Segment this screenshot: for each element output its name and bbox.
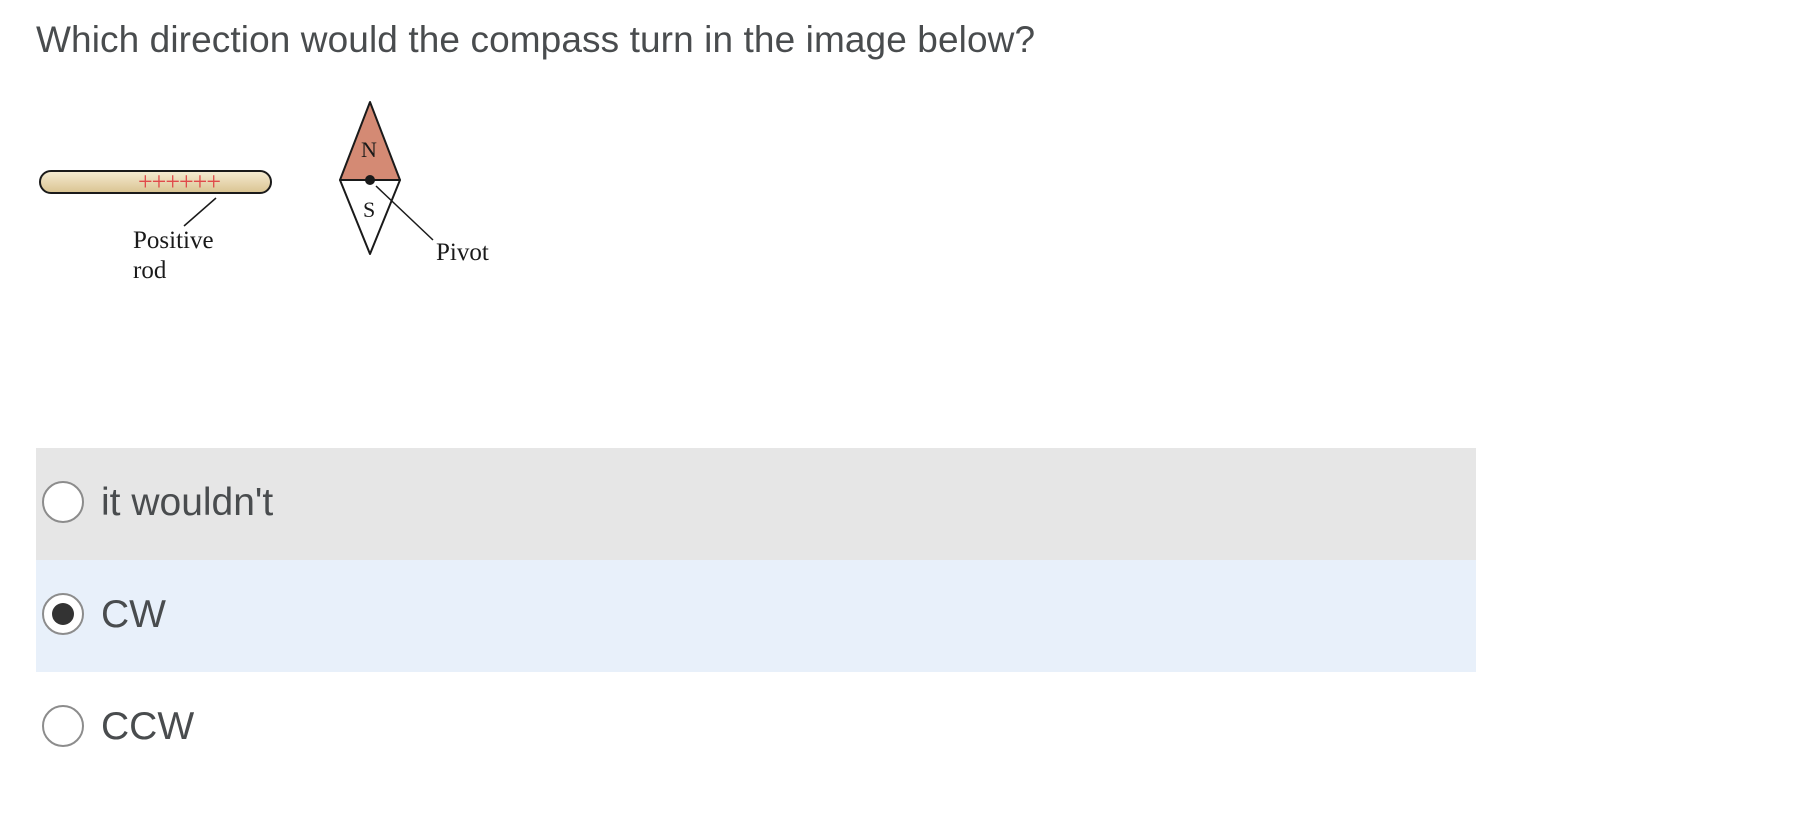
rod-label-line1: Positive [133, 227, 214, 254]
question-text: Which direction would the compass turn i… [36, 19, 1036, 60]
option-label: CW [101, 593, 166, 636]
radio-button[interactable] [42, 481, 84, 523]
compass-diagram: ++++++ Positive rod N S Pivot [39, 101, 489, 284]
option-cw[interactable]: CW [36, 560, 1476, 672]
radio-button[interactable] [42, 705, 84, 747]
pivot-label: Pivot [436, 239, 489, 266]
pivot-dot [365, 175, 375, 185]
answer-options: it wouldn't CW CCW [36, 448, 1476, 784]
rod-charges: ++++++ [138, 167, 220, 196]
radio-button-selected[interactable] [42, 593, 84, 635]
compass-south-letter: S [363, 197, 375, 222]
option-label: it wouldn't [101, 481, 274, 524]
option-label: CCW [101, 705, 195, 748]
rod-label-line2: rod [133, 257, 167, 284]
option-ccw[interactable]: CCW [36, 672, 1476, 784]
compass-north-letter: N [361, 137, 377, 162]
rod-label-leader [183, 197, 217, 227]
option-it-wouldnt[interactable]: it wouldn't [36, 448, 1476, 560]
radio-selected-dot [52, 603, 74, 625]
compass-figure: ++++++ Positive rod N S Pivot [30, 94, 530, 294]
